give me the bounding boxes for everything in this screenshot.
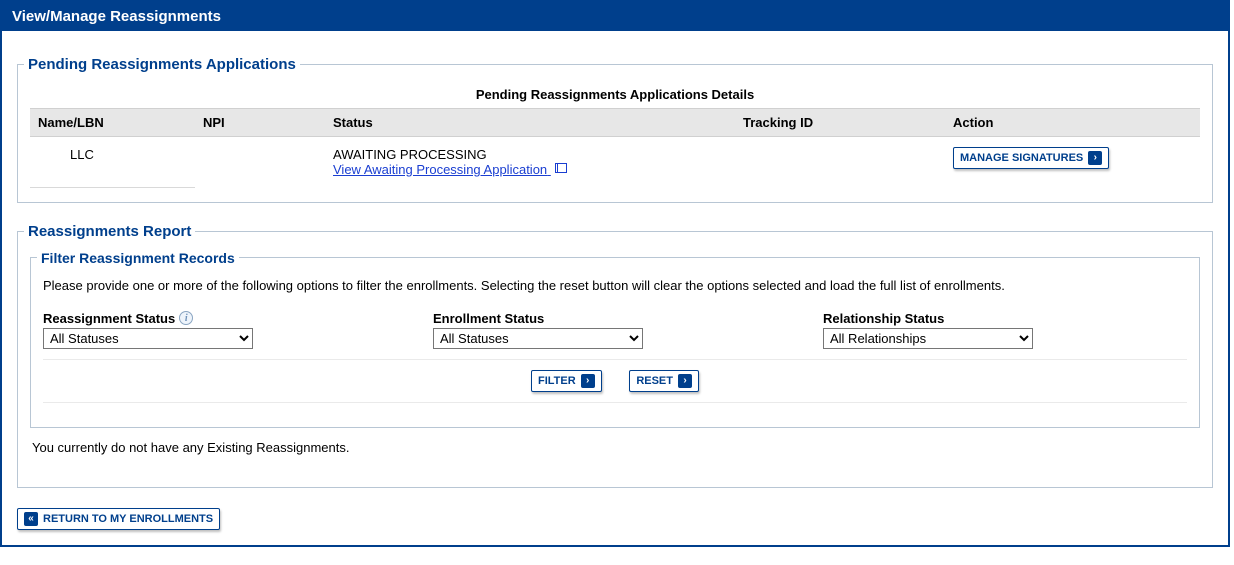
page-title: View/Manage Reassignments bbox=[2, 2, 1228, 31]
pending-section: Pending Reassignments Applications Pendi… bbox=[17, 56, 1213, 203]
reassignment-status-label: Reassignment Status i bbox=[43, 311, 403, 326]
divider bbox=[43, 359, 1187, 360]
filter-row: Reassignment Status i All Statuses Enrol… bbox=[43, 311, 1187, 349]
reset-button-label: RESET bbox=[636, 375, 673, 387]
cell-name: LLC bbox=[30, 137, 195, 188]
manage-signatures-button[interactable]: MANAGE SIGNATURES › bbox=[953, 147, 1109, 169]
chevron-left-icon: « bbox=[24, 512, 38, 526]
chevron-right-icon: › bbox=[1088, 151, 1102, 165]
no-records-message: You currently do not have any Existing R… bbox=[32, 440, 1200, 455]
col-status: Status bbox=[325, 109, 735, 137]
pending-table-caption: Pending Reassignments Applications Detai… bbox=[30, 87, 1200, 102]
divider bbox=[43, 402, 1187, 403]
reassignment-status-label-text: Reassignment Status bbox=[43, 311, 175, 326]
filter-legend: Filter Reassignment Records bbox=[37, 250, 239, 266]
view-application-link-label: View Awaiting Processing Application bbox=[333, 162, 547, 177]
chevron-right-icon: › bbox=[581, 374, 595, 388]
enrollment-status-label: Enrollment Status bbox=[433, 311, 793, 326]
page-body: Pending Reassignments Applications Pendi… bbox=[2, 31, 1228, 545]
cell-tracking bbox=[735, 137, 945, 188]
return-button-label: RETURN TO MY ENROLLMENTS bbox=[43, 513, 213, 525]
col-name: Name/LBN bbox=[30, 109, 195, 137]
relationship-status-select[interactable]: All Relationships bbox=[823, 328, 1033, 349]
relationship-status-label: Relationship Status bbox=[823, 311, 1183, 326]
manage-signatures-label: MANAGE SIGNATURES bbox=[960, 152, 1083, 164]
filter-col-reassignment: Reassignment Status i All Statuses bbox=[43, 311, 403, 349]
col-tracking: Tracking ID bbox=[735, 109, 945, 137]
reset-button[interactable]: RESET › bbox=[629, 370, 699, 392]
filter-button-label: FILTER bbox=[538, 375, 576, 387]
enrollment-status-select[interactable]: All Statuses bbox=[433, 328, 643, 349]
info-icon[interactable]: i bbox=[179, 311, 193, 325]
filter-button[interactable]: FILTER › bbox=[531, 370, 602, 392]
table-row: LLC AWAITING PROCESSING View Awaiting Pr… bbox=[30, 137, 1200, 188]
page-container: View/Manage Reassignments Pending Reassi… bbox=[0, 0, 1230, 547]
popout-icon bbox=[555, 163, 567, 173]
cell-npi bbox=[195, 137, 325, 188]
report-legend: Reassignments Report bbox=[24, 223, 195, 240]
col-npi: NPI bbox=[195, 109, 325, 137]
filter-section: Filter Reassignment Records Please provi… bbox=[30, 250, 1200, 428]
filter-col-enrollment: Enrollment Status All Statuses bbox=[433, 311, 793, 349]
filter-col-relationship: Relationship Status All Relationships bbox=[823, 311, 1183, 349]
filter-intro: Please provide one or more of the follow… bbox=[43, 278, 1187, 293]
cell-action: MANAGE SIGNATURES › bbox=[945, 137, 1200, 188]
return-to-enrollments-button[interactable]: « RETURN TO MY ENROLLMENTS bbox=[17, 508, 220, 530]
view-application-link[interactable]: View Awaiting Processing Application bbox=[333, 162, 551, 177]
status-text: AWAITING PROCESSING bbox=[333, 147, 727, 162]
col-action: Action bbox=[945, 109, 1200, 137]
pending-table: Name/LBN NPI Status Tracking ID Action L… bbox=[30, 108, 1200, 188]
footer: « RETURN TO MY ENROLLMENTS bbox=[17, 508, 1213, 530]
filter-button-row: FILTER › RESET › bbox=[43, 370, 1187, 392]
cell-status: AWAITING PROCESSING View Awaiting Proces… bbox=[325, 137, 735, 188]
reassignment-status-select[interactable]: All Statuses bbox=[43, 328, 253, 349]
pending-legend: Pending Reassignments Applications bbox=[24, 56, 300, 73]
chevron-right-icon: › bbox=[678, 374, 692, 388]
report-section: Reassignments Report Filter Reassignment… bbox=[17, 223, 1213, 488]
